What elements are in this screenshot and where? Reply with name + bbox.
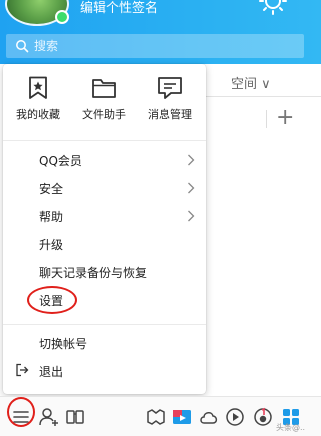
- watermark: 头条@..: [276, 423, 306, 432]
- file-assistant-label: 文件助手: [82, 108, 126, 121]
- play-icon[interactable]: [224, 406, 246, 428]
- add-friend-icon[interactable]: [38, 406, 60, 428]
- menu-item-upgrade[interactable]: 升级: [3, 231, 206, 257]
- tab-space[interactable]: 空间 ∨: [231, 73, 271, 92]
- video-icon[interactable]: [171, 406, 193, 428]
- menu-highlight-ring: [7, 397, 35, 427]
- message-icon: [158, 77, 182, 99]
- quick-actions: 我的收藏 文件助手 消息管理: [3, 64, 206, 140]
- top-header: 编辑个性签名: [0, 0, 321, 64]
- divider: [3, 140, 206, 141]
- menu-item-label: 帮助: [39, 210, 64, 224]
- file-assistant-button[interactable]: 文件助手: [71, 76, 137, 122]
- menu-item-label: 安全: [39, 182, 64, 196]
- chevron-right-icon: [188, 154, 195, 166]
- menu-item-label: 升级: [39, 238, 64, 252]
- favorites-button[interactable]: 我的收藏: [5, 76, 71, 122]
- weather-icon[interactable]: [258, 0, 288, 16]
- menu-item-qq-vip[interactable]: QQ会员: [3, 147, 206, 173]
- signature-text[interactable]: 编辑个性签名: [80, 0, 158, 16]
- folder-icon: [92, 79, 116, 98]
- bookmark-icon: [29, 76, 47, 99]
- menu-item-security[interactable]: 安全: [3, 175, 206, 201]
- menu-item-switch-account[interactable]: 切换帐号: [3, 330, 206, 356]
- menu-item-chat-backup[interactable]: 聊天记录备份与恢复: [3, 259, 206, 285]
- chevron-right-icon: [188, 210, 195, 222]
- game-icon[interactable]: [145, 406, 167, 428]
- menu-item-logout[interactable]: 退出: [3, 358, 206, 384]
- settings-highlight-ring: [27, 286, 77, 314]
- add-button[interactable]: +: [276, 107, 294, 129]
- search-bar[interactable]: [6, 34, 304, 58]
- message-manager-button[interactable]: 消息管理: [137, 76, 203, 122]
- search-icon: [16, 40, 29, 53]
- chevron-right-icon: [188, 182, 195, 194]
- menu-item-label: QQ会员: [39, 154, 82, 168]
- menu-item-help[interactable]: 帮助: [3, 203, 206, 229]
- search-input[interactable]: [34, 37, 254, 55]
- menu-item-label: 退出: [39, 365, 64, 379]
- divider: [266, 110, 267, 128]
- main-menu-popup: 我的收藏 文件助手 消息管理 QQ会员 安全 帮助 升级 聊天记录备份与恢复 设…: [3, 64, 206, 394]
- music-icon[interactable]: [252, 406, 274, 428]
- find-icon[interactable]: [64, 406, 86, 428]
- logout-icon: [16, 363, 29, 377]
- message-manager-label: 消息管理: [148, 108, 192, 121]
- bottom-toolbar: [0, 396, 321, 436]
- favorites-label: 我的收藏: [16, 108, 60, 121]
- weiyun-icon[interactable]: [198, 406, 220, 428]
- divider: [3, 324, 206, 325]
- menu-item-label: 切换帐号: [39, 337, 88, 351]
- online-status-icon: [55, 10, 69, 24]
- menu-item-label: 聊天记录备份与恢复: [39, 266, 148, 280]
- tab-bar: 空间 ∨: [206, 66, 321, 97]
